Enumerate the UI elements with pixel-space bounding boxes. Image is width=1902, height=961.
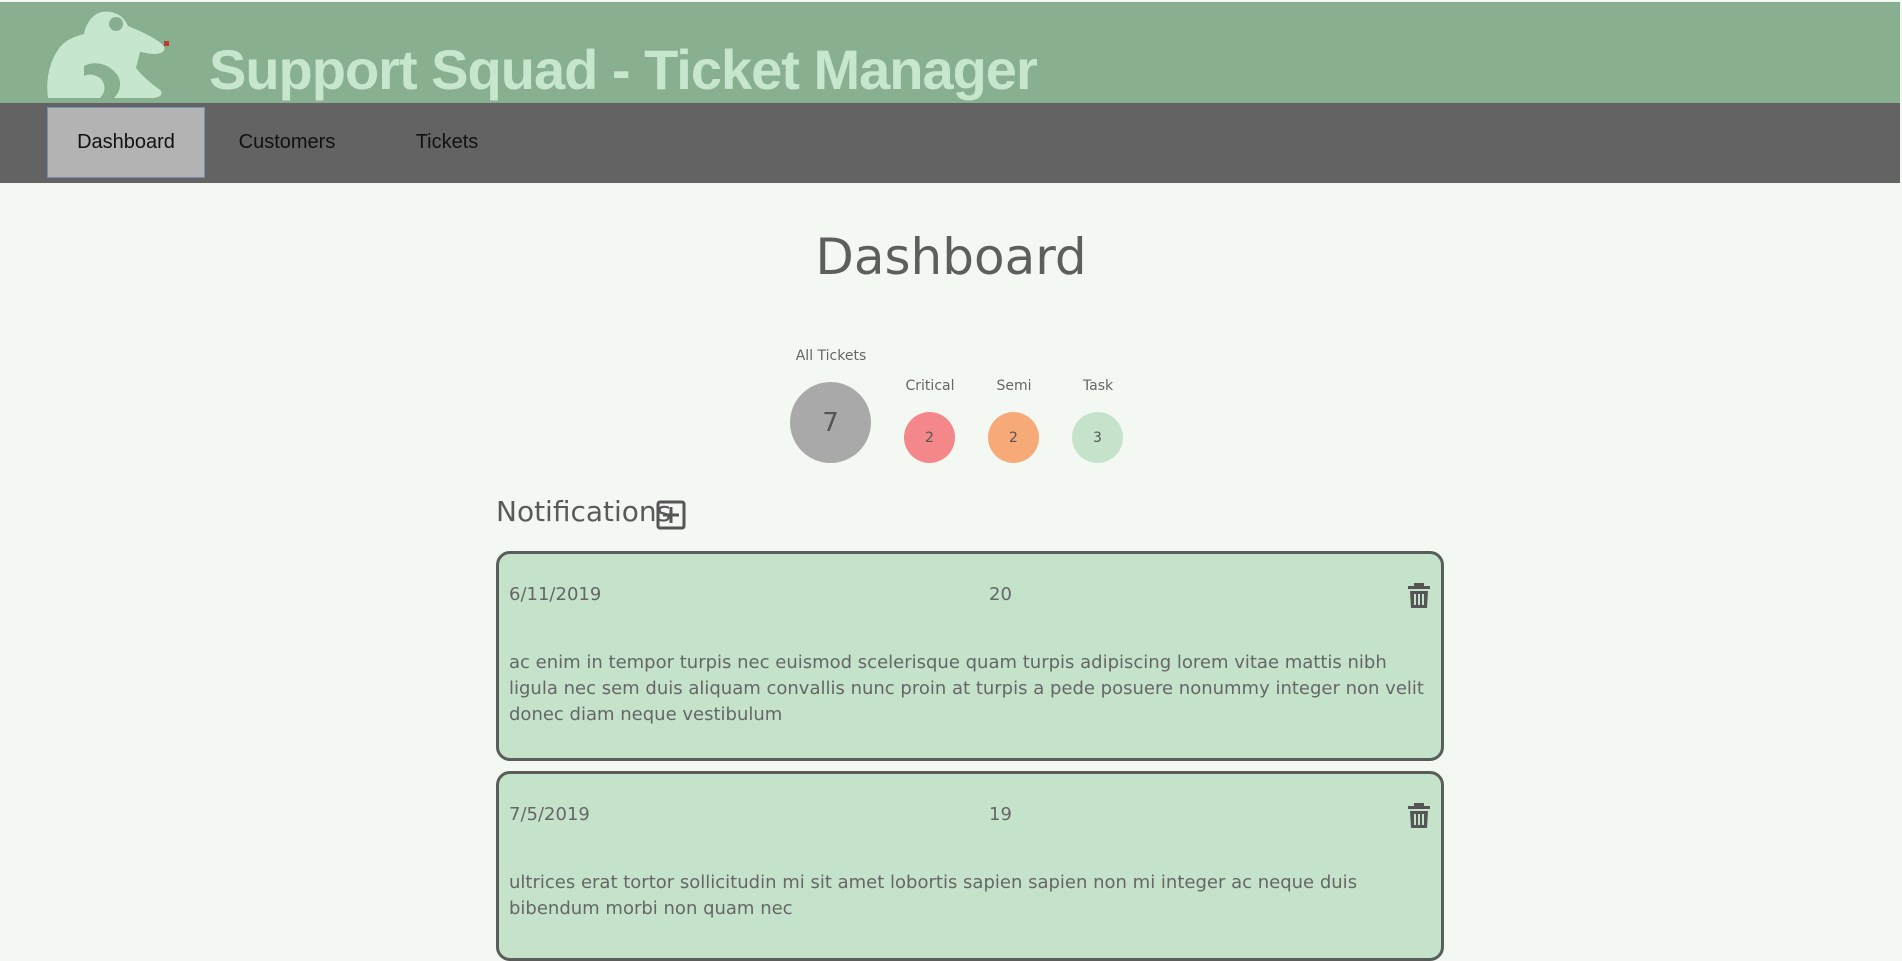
- all-tickets-count[interactable]: 7: [790, 382, 871, 463]
- semi-value: 2: [1009, 429, 1018, 446]
- notifications-heading: Notifications: [496, 495, 672, 528]
- frog-logo-icon: [47, 11, 169, 98]
- notification-date: 6/11/2019: [509, 584, 602, 605]
- notification-date: 7/5/2019: [509, 804, 590, 825]
- all-tickets-value: 7: [822, 407, 839, 438]
- critical-value: 2: [925, 429, 934, 446]
- notification-message: ac enim in tempor turpis nec euismod sce…: [509, 652, 1424, 725]
- notification-message: ultrices erat tortor sollicitudin mi sit…: [509, 872, 1358, 919]
- nav-tab-tickets[interactable]: Tickets: [368, 107, 526, 178]
- task-value: 3: [1093, 429, 1102, 446]
- critical-count[interactable]: 2: [904, 412, 955, 463]
- task-count[interactable]: 3: [1072, 412, 1123, 463]
- app-header: Support Squad - Ticket Manager: [0, 2, 1900, 103]
- notification-card: 7/5/2019 19 ultrices erat tortor sollici…: [496, 771, 1444, 961]
- semi-count[interactable]: 2: [988, 412, 1039, 463]
- trash-icon[interactable]: [1407, 803, 1431, 829]
- app-title: Support Squad - Ticket Manager: [209, 38, 1038, 101]
- notification-number: 20: [989, 584, 1012, 605]
- notification-card: 6/11/2019 20 ac enim in tempor turpis ne…: [496, 551, 1444, 761]
- all-tickets-label: All Tickets: [795, 348, 867, 364]
- notification-number: 19: [989, 804, 1012, 825]
- nav-tab-customers[interactable]: Customers: [208, 107, 366, 178]
- navbar: Dashboard Customers Tickets: [0, 103, 1900, 183]
- plus-square-icon[interactable]: [656, 500, 686, 530]
- task-label: Task: [1082, 378, 1114, 394]
- page-title: Dashboard: [815, 228, 1087, 286]
- nav-tab-dashboard[interactable]: Dashboard: [47, 107, 205, 178]
- trash-icon[interactable]: [1407, 583, 1431, 609]
